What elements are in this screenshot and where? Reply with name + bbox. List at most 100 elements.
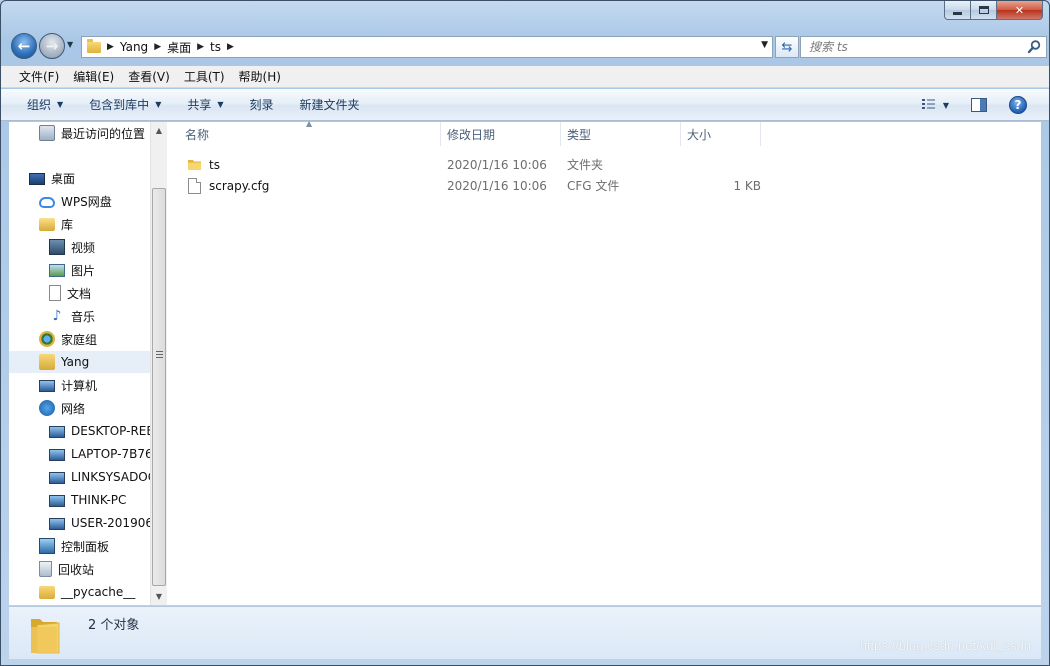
address-history-dropdown[interactable]: ▼ bbox=[761, 40, 768, 50]
network-pc-icon bbox=[49, 472, 65, 484]
search-icon[interactable] bbox=[1026, 39, 1042, 55]
share-button[interactable]: 共享 ▼ bbox=[177, 92, 233, 117]
sidebar-item[interactable]: 文档 bbox=[49, 282, 91, 304]
navigation-pane-scrollbar[interactable]: ▲ ▼ bbox=[150, 122, 167, 605]
column-type-label: 类型 bbox=[567, 127, 592, 142]
sidebar-item[interactable]: USER-201906 bbox=[49, 512, 150, 534]
sidebar-item[interactable]: 视频 bbox=[49, 236, 95, 258]
sidebar-item[interactable]: 控制面板 bbox=[39, 535, 109, 557]
share-label: 共享 bbox=[187, 98, 212, 112]
burn-button[interactable]: 刻录 bbox=[240, 92, 284, 117]
file-name: ts bbox=[209, 157, 220, 172]
breadcrumb-desktop[interactable]: 桌面 bbox=[167, 39, 191, 56]
file-row-ts[interactable]: ts 2020/1/16 10:06 文件夹 bbox=[185, 154, 765, 175]
new-folder-button[interactable]: 新建文件夹 bbox=[290, 92, 370, 117]
file-name-cell[interactable]: ts bbox=[185, 154, 445, 175]
menu-help[interactable]: 帮助(H) bbox=[232, 66, 288, 87]
menu-tools[interactable]: 工具(T) bbox=[177, 66, 232, 87]
search-input[interactable] bbox=[809, 40, 1014, 54]
forward-arrow-icon: → bbox=[45, 37, 59, 55]
menu-view[interactable]: 查看(V) bbox=[121, 66, 177, 87]
include-in-library-button[interactable]: 包含到库中 ▼ bbox=[79, 92, 171, 117]
sidebar-item[interactable]: LINKSYSADOC bbox=[49, 466, 150, 488]
navigation-row: ← → ▼ ▶ Yang ▶ 桌面 ▶ ts ▶ ▼ ⇆ bbox=[9, 31, 1047, 61]
sidebar-item[interactable]: 网络 bbox=[39, 397, 85, 419]
picture-icon bbox=[49, 263, 65, 277]
breadcrumb-ts[interactable]: ts bbox=[210, 40, 221, 54]
file-type: 文件夹 bbox=[567, 158, 604, 172]
scroll-down-icon[interactable]: ▼ bbox=[151, 588, 167, 605]
breadcrumb-separator-icon[interactable]: ▶ bbox=[154, 42, 161, 52]
control-panel-icon bbox=[39, 538, 55, 554]
homegroup-icon bbox=[39, 331, 55, 347]
chevron-down-icon: ▼ bbox=[155, 100, 162, 109]
search-box[interactable] bbox=[800, 36, 1047, 58]
folder-icon bbox=[188, 160, 201, 170]
breadcrumb-yang[interactable]: Yang bbox=[120, 40, 148, 54]
cloud-icon bbox=[39, 197, 55, 208]
maximize-button[interactable] bbox=[971, 1, 997, 20]
breadcrumb-separator-icon[interactable]: ▶ bbox=[197, 42, 204, 52]
preview-pane-icon[interactable] bbox=[971, 98, 987, 112]
scroll-up-icon[interactable]: ▲ bbox=[151, 122, 167, 139]
file-row-scrapy-cfg[interactable]: scrapy.cfg 2020/1/16 10:06 CFG 文件 1 KB bbox=[185, 175, 765, 196]
sidebar-item[interactable]: 计算机 bbox=[39, 374, 97, 396]
sidebar-item-label: 音乐 bbox=[71, 309, 96, 324]
sidebar-item-label: 文档 bbox=[67, 286, 92, 301]
sidebar-item[interactable]: WPS网盘 bbox=[39, 190, 112, 212]
recent-pages-dropdown[interactable]: ▼ bbox=[67, 40, 73, 49]
sidebar-item[interactable]: DESKTOP-REE bbox=[49, 420, 150, 442]
file-date: 2020/1/16 10:06 bbox=[447, 178, 547, 193]
minimize-button[interactable] bbox=[944, 1, 971, 20]
address-bar[interactable]: ▶ Yang ▶ 桌面 ▶ ts ▶ ▼ bbox=[81, 36, 773, 58]
file-icon bbox=[188, 177, 201, 194]
sidebar-item[interactable]: 图片 bbox=[49, 259, 95, 281]
view-options-dropdown[interactable]: ▼ bbox=[943, 101, 949, 110]
breadcrumb-separator-icon[interactable]: ▶ bbox=[227, 42, 234, 52]
file-name-cell[interactable]: scrapy.cfg bbox=[185, 175, 445, 196]
sidebar-item[interactable]: 库 bbox=[39, 213, 73, 235]
network-pc-icon bbox=[49, 495, 65, 507]
column-header-name[interactable]: 名称 ▲ bbox=[169, 119, 441, 146]
help-icon[interactable]: ? bbox=[1009, 96, 1027, 114]
file-list: 名称 ▲ 修改日期 类型 大小 ts 2020/1/16 10:06 文件夹 s… bbox=[169, 119, 1041, 605]
sidebar-item[interactable]: THINK-PC bbox=[49, 489, 126, 511]
back-button[interactable]: ← bbox=[11, 33, 37, 59]
sidebar-item-label: LAPTOP-7B76 bbox=[71, 447, 150, 461]
status-bar: 2 个对象 https://blog.csdn.net/kdl_csdn bbox=[9, 606, 1041, 659]
file-date: 2020/1/16 10:06 bbox=[447, 157, 547, 172]
sidebar-item[interactable]: 回收站 bbox=[39, 558, 94, 580]
column-header-date[interactable]: 修改日期 bbox=[441, 122, 561, 146]
sidebar-item[interactable]: Yang bbox=[9, 351, 150, 373]
content-area: 最近访问的位置桌面 WPS网盘库视频 图片文档 ♪ 音乐家庭组 Yang 计算机 网络 DESK… bbox=[9, 119, 1041, 605]
column-header-size[interactable]: 大小 bbox=[681, 122, 761, 146]
column-header-type[interactable]: 类型 bbox=[561, 122, 681, 146]
sidebar-item[interactable]: LAPTOP-7B76 bbox=[49, 443, 150, 465]
folder-icon bbox=[39, 585, 55, 599]
music-icon: ♪ bbox=[52, 308, 62, 324]
menu-edit[interactable]: 编辑(E) bbox=[66, 66, 121, 87]
sidebar-item[interactable]: 家庭组 bbox=[39, 328, 97, 350]
sidebar-item-label: 最近访问的位置 bbox=[61, 126, 146, 141]
organize-button[interactable]: 组织 ▼ bbox=[17, 92, 73, 117]
sidebar-item[interactable]: 桌面 bbox=[29, 167, 75, 189]
change-view-icon[interactable] bbox=[921, 97, 941, 113]
menu-file[interactable]: 文件(F) bbox=[12, 66, 66, 87]
column-date-label: 修改日期 bbox=[447, 127, 496, 142]
breadcrumb-separator-icon[interactable]: ▶ bbox=[107, 42, 114, 52]
sidebar-item[interactable]: __pycache__ bbox=[39, 581, 135, 603]
network-pc-icon bbox=[49, 449, 65, 461]
sidebar-item-label: DESKTOP-REE bbox=[71, 424, 150, 438]
scrollbar-thumb[interactable] bbox=[152, 188, 166, 586]
item-count: 2 个对象 bbox=[88, 618, 140, 633]
document-icon bbox=[49, 285, 61, 301]
sidebar-item[interactable]: ♪ 音乐 bbox=[49, 305, 95, 327]
network-icon bbox=[39, 400, 55, 416]
close-button[interactable]: ✕ bbox=[997, 1, 1043, 20]
recycle-bin-icon bbox=[39, 561, 52, 577]
menu-bar: 文件(F) 编辑(E) 查看(V) 工具(T) 帮助(H) bbox=[1, 66, 1049, 88]
refresh-button[interactable]: ⇆ bbox=[775, 36, 799, 58]
forward-button[interactable]: → bbox=[39, 33, 65, 59]
sidebar-item[interactable]: 最近访问的位置 bbox=[39, 122, 145, 144]
network-pc-icon bbox=[49, 518, 65, 530]
